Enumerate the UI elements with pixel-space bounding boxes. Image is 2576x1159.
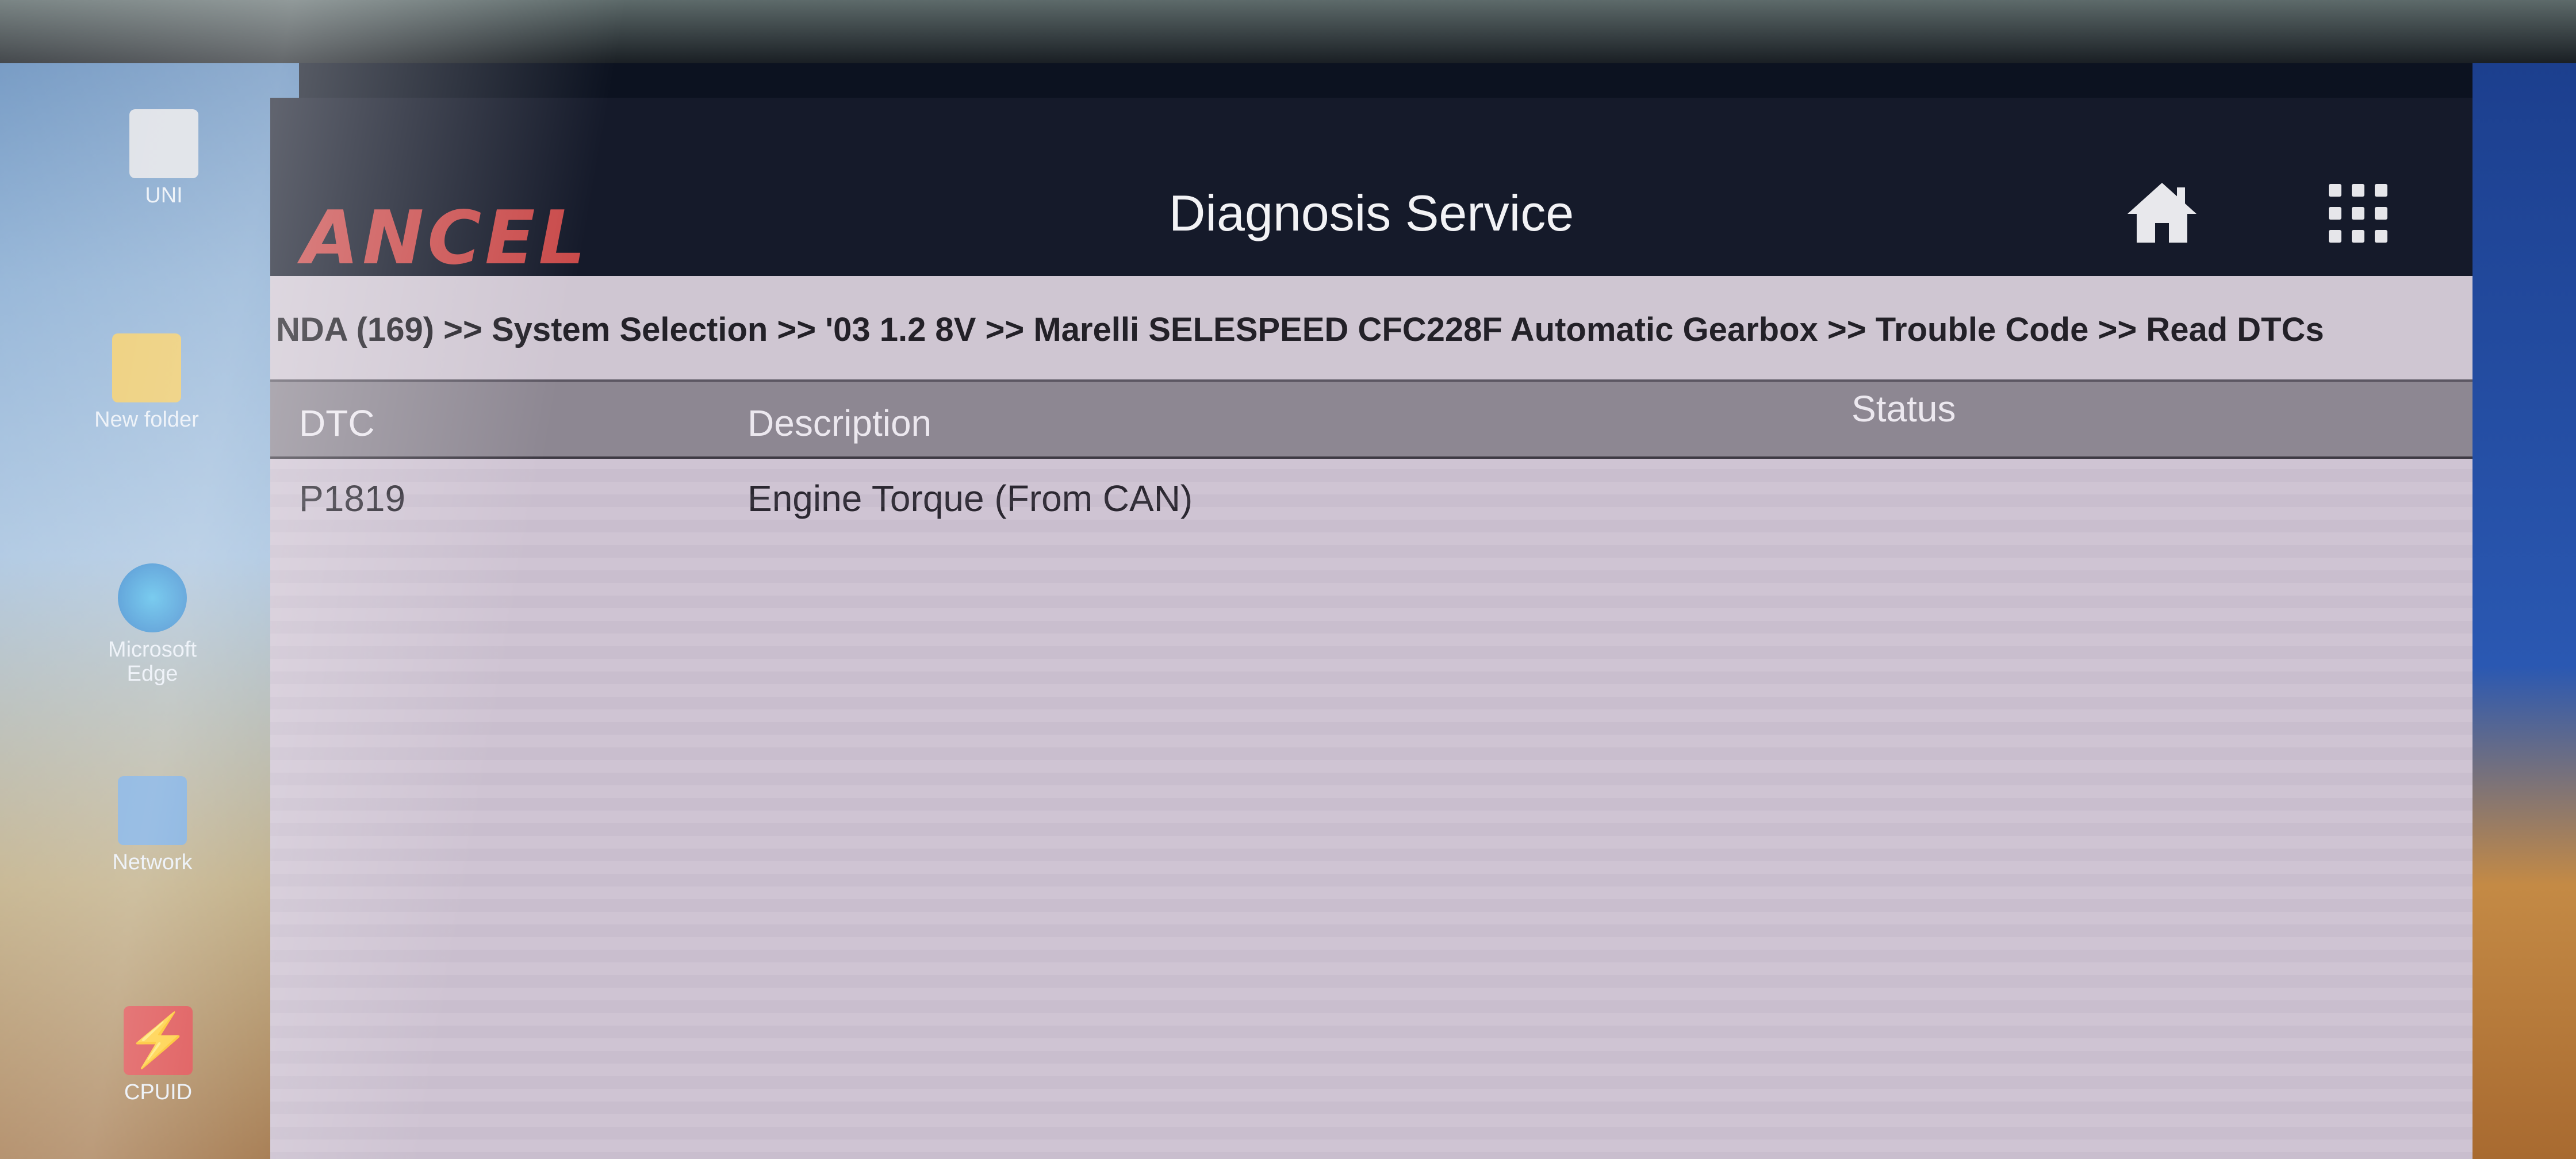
desktop-icon-label: New folder <box>94 408 199 432</box>
cpuid-icon: ⚡ <box>124 1006 193 1075</box>
desktop-icon-new-folder[interactable]: New folder <box>80 333 213 432</box>
breadcrumb: NDA (169) >> System Selection >> '03 1.2… <box>276 311 2324 348</box>
home-icon <box>2128 183 2196 243</box>
desktop-wallpaper-right <box>2472 63 2576 1159</box>
desktop-icon-label: UNI <box>145 183 183 208</box>
desktop-icon-network[interactable]: Network <box>86 776 218 875</box>
table-row[interactable]: P1819 Engine Torque (From CAN) <box>270 466 2472 535</box>
diagnosis-app-window: ANCEL Diagnosis Service NDA (169) >> Sys… <box>270 98 2472 1159</box>
breadcrumb-bar: NDA (169) >> System Selection >> '03 1.2… <box>270 276 2472 382</box>
dtc-description: Engine Torque (From CAN) <box>747 478 1193 519</box>
apps-menu-button[interactable] <box>2323 178 2392 247</box>
desktop-icon-microsoft-edge[interactable]: Microsoft Edge <box>86 563 218 686</box>
monitor-bezel <box>0 0 2576 63</box>
app-header: ANCEL Diagnosis Service <box>270 98 2472 281</box>
desktop-icon-label: Network <box>112 850 193 874</box>
grid-menu-icon <box>2323 178 2392 248</box>
column-header-dtc: DTC <box>299 402 375 444</box>
uni-icon <box>129 109 198 178</box>
column-header-status: Status <box>1851 388 1956 429</box>
desktop-icon-uni[interactable]: UNI <box>98 109 230 208</box>
home-button[interactable] <box>2122 172 2202 253</box>
column-header-description: Description <box>747 402 932 444</box>
dtc-code: P1819 <box>299 478 406 519</box>
desktop-icon-label: CPUID <box>124 1080 193 1104</box>
new-folder-icon <box>112 333 181 402</box>
microsoft-edge-icon <box>118 563 187 632</box>
screen-texture <box>270 456 2472 1159</box>
desktop-icon-cpuid[interactable]: ⚡ CPUID <box>92 1006 224 1105</box>
windows-desktop: UNI New folder Microsoft Edge Network ⚡ … <box>0 63 299 1159</box>
network-icon <box>118 776 187 845</box>
desktop-icon-label: Microsoft Edge <box>108 638 197 686</box>
dtc-table-header: DTC Description Status <box>270 382 2472 459</box>
